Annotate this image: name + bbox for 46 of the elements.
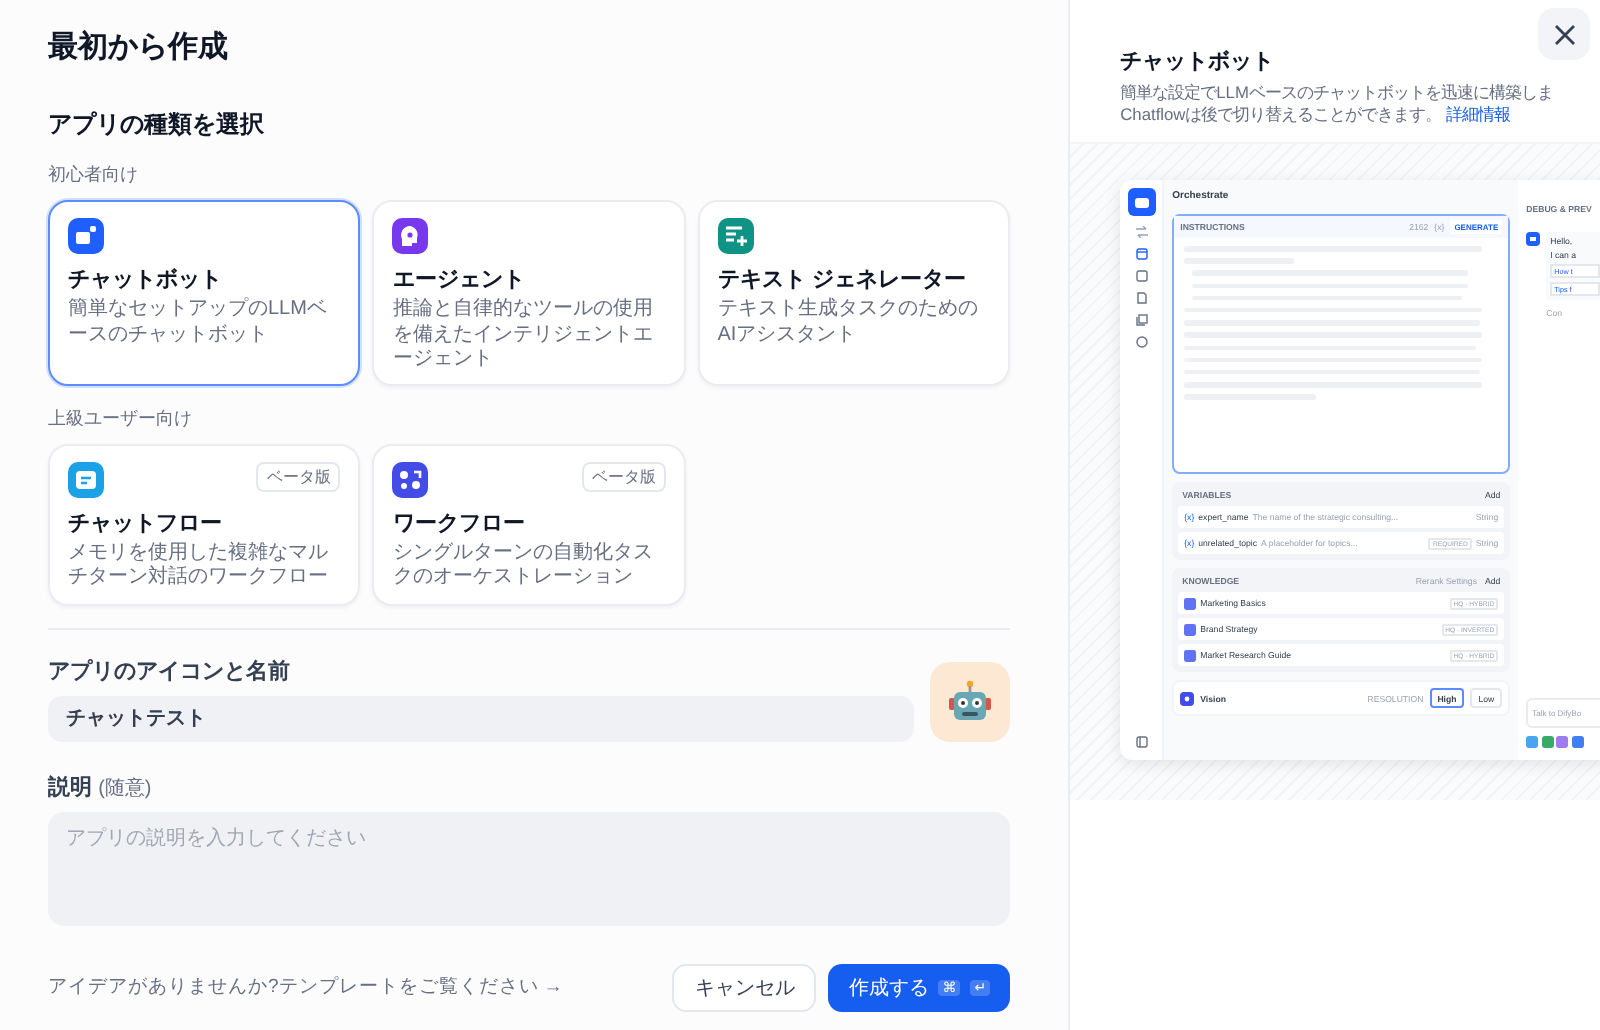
description-input[interactable]: アプリの説明を入力してください — [48, 811, 1011, 925]
window-icon[interactable] — [1135, 248, 1148, 260]
panel-description: 簡単な設定でLLMベースのチャットボットを迅速に構築しま Chatflowは後で切り替えることができます。 詳細情報 — [1120, 82, 1555, 128]
card-description: テキスト生成タスクのためのAIアシスタント — [717, 298, 980, 348]
close-icon — [1553, 23, 1575, 45]
card-title: テキスト ジェネレーター — [717, 266, 968, 294]
field-label: 説明 (随意) — [48, 773, 154, 801]
panel-title: チャットボット — [1120, 48, 1277, 76]
copy-icon[interactable] — [1135, 314, 1148, 326]
eye-icon — [1180, 691, 1195, 705]
learn-more-link[interactable]: 詳細情報 — [1446, 104, 1511, 125]
app-name-input[interactable]: チャットテスト — [48, 695, 915, 741]
bot-avatar-icon — [1526, 232, 1541, 246]
app-type-card[interactable]: ベータ版 ワークフロー シングルターンの自動化タスクのオーケストレーション — [372, 443, 686, 605]
app-type-card[interactable]: チャットボット 簡単なセットアップのLLMベースのチャットボット — [48, 200, 361, 385]
chat-bubble-icon — [68, 461, 104, 497]
group-label: 初心者向け — [48, 162, 140, 188]
chat-window-icon — [68, 218, 104, 254]
card-title: チャットフロー — [68, 509, 224, 537]
list-plus-icon — [717, 218, 754, 254]
group-label: 上級ユーザー向け — [48, 405, 194, 431]
head-icon — [392, 218, 429, 254]
close-button[interactable] — [1538, 8, 1590, 60]
app-type-card[interactable]: エージェント 推論と自律的なツールの使用を備えたインテリジェントエージェント — [372, 200, 686, 385]
app-type-card[interactable]: ベータ版 チャットフロー メモリを使用した複雑なマルチターン対話のワークフロー — [48, 443, 361, 605]
card-description: 推論と自律的なツールの使用を備えたインテリジェントエージェント — [392, 298, 655, 373]
template-link[interactable]: アイデアがありませんか?テンプレートをご覧ください → — [48, 974, 563, 1000]
cancel-button[interactable]: キャンセル — [672, 963, 817, 1011]
nodes-icon — [392, 461, 429, 497]
swap-icon — [1135, 226, 1148, 238]
card-description: 簡単なセットアップのLLMベースのチャットボット — [68, 298, 329, 348]
dialog-title: 最初から作成 — [48, 28, 230, 68]
card-description: シングルターンの自動化タスクのオーケストレーション — [392, 541, 655, 591]
section-heading: アプリの種類を選択 — [48, 108, 266, 142]
field-label: アプリのアイコンと名前 — [48, 657, 292, 685]
card-description: メモリを使用した複雑なマルチターン対話のワークフロー — [68, 541, 330, 591]
beta-badge: ベータ版 — [581, 461, 666, 491]
beta-badge: ベータ版 — [256, 461, 341, 491]
card-title: ワークフロー — [392, 509, 527, 537]
sidebar-toggle-icon[interactable] — [1135, 736, 1148, 748]
card-title: チャットボット — [68, 266, 224, 294]
app-type-card[interactable]: テキスト ジェネレーター テキスト生成タスクのためのAIアシスタント — [697, 200, 1011, 385]
robot-icon — [946, 677, 995, 725]
document-icon[interactable] — [1135, 292, 1148, 304]
app-icon-picker[interactable] — [930, 661, 1011, 741]
card-title: エージェント — [392, 266, 527, 294]
